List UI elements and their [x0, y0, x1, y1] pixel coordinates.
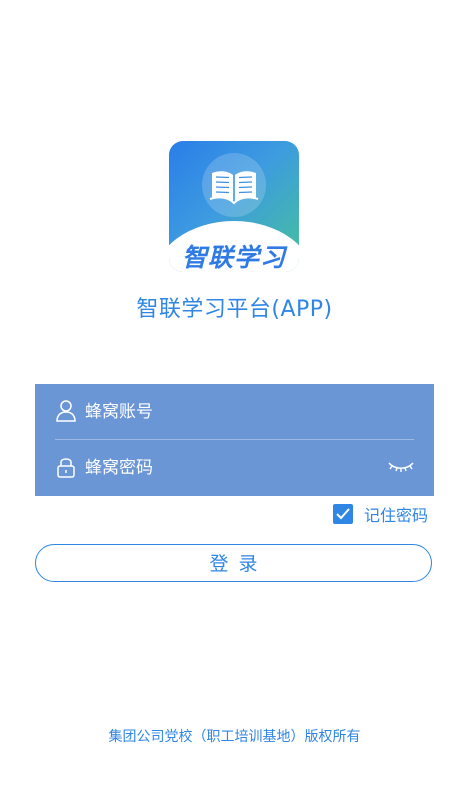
login-button[interactable]: 登录	[35, 544, 432, 582]
app-logo: 智联学习	[169, 141, 299, 272]
remember-checkbox[interactable]	[333, 504, 353, 524]
login-form	[35, 384, 434, 496]
lock-icon	[57, 458, 75, 478]
app-title: 智联学习平台(APP)	[136, 297, 333, 322]
user-icon	[56, 400, 76, 422]
eye-closed-icon[interactable]	[388, 458, 414, 476]
copyright-footer: 集团公司党校（职工培训基地）版权所有	[108, 729, 361, 745]
logo-text: 智联学习	[181, 243, 286, 272]
account-input[interactable]	[85, 384, 375, 439]
account-field	[55, 384, 414, 440]
password-field	[55, 440, 414, 495]
book-icon	[202, 153, 266, 217]
remember-password-toggle[interactable]: 记住密码	[333, 503, 428, 525]
check-icon	[336, 508, 350, 520]
remember-label: 记住密码	[364, 506, 429, 525]
password-input[interactable]	[85, 440, 375, 495]
